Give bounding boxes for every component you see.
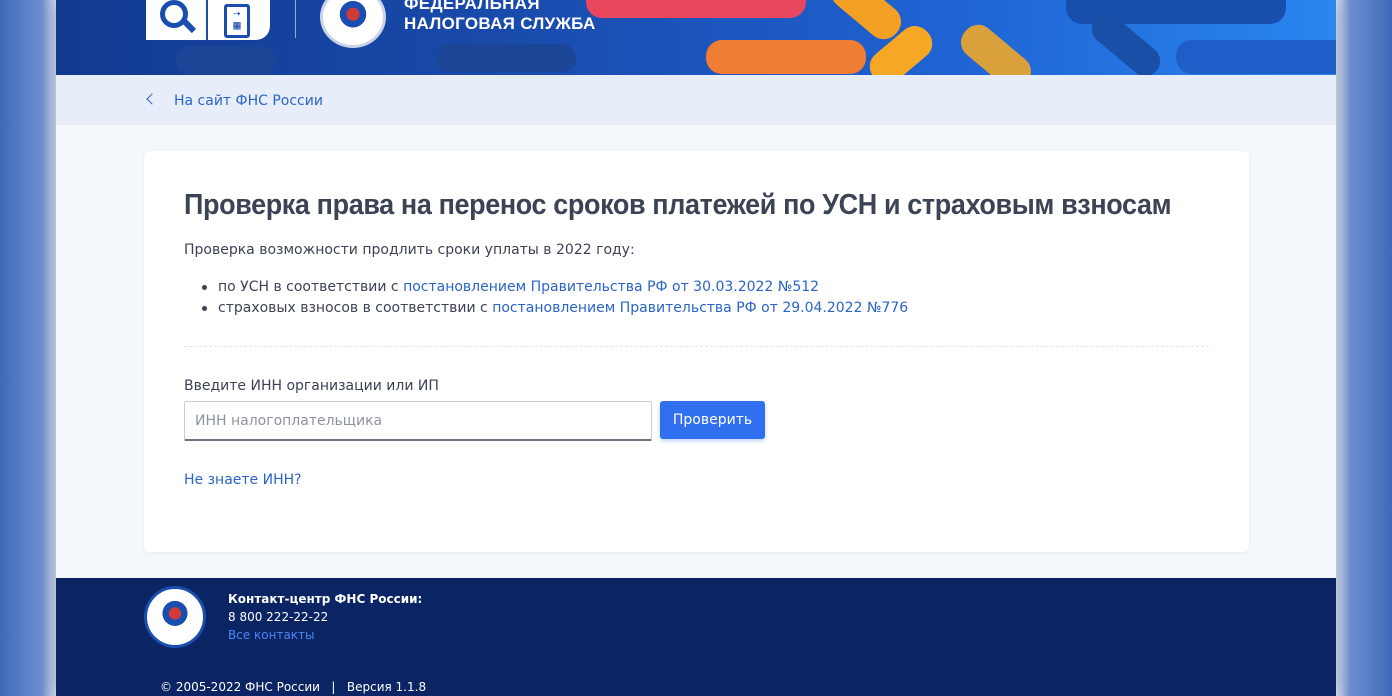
intro-text: Проверка возможности продлить сроки упла… — [184, 242, 635, 258]
unknown-inn-link[interactable]: Не знаете ИНН? — [184, 472, 302, 488]
header-title-line2: НАЛОГОВАЯ СЛУЖБА — [404, 14, 596, 33]
page: ⇢ ▦ ФЕДЕРАЛЬНАЯ НАЛОГОВАЯ СЛУЖБА На сайт … — [56, 0, 1336, 696]
all-contacts-link[interactable]: Все контакты — [228, 628, 315, 642]
fns-emblem-icon[interactable] — [320, 0, 386, 48]
fns-footer-emblem-icon — [144, 586, 206, 648]
back-bar: На сайт ФНС России — [56, 75, 1336, 125]
regulation-list: по УСН в соответствии с постановлением П… — [202, 277, 908, 319]
header-decoration — [436, 44, 576, 72]
logo-separator — [206, 0, 208, 40]
chevron-left-icon[interactable] — [146, 93, 158, 105]
page-title: Проверка права на перенос сроков платеже… — [184, 189, 1172, 221]
header-title-line1: ФЕДЕРАЛЬНАЯ — [404, 0, 540, 13]
emblem-eagle-icon — [158, 599, 192, 635]
inn-input[interactable] — [184, 401, 652, 441]
emblem-eagle-icon — [335, 0, 371, 37]
site-footer: Контакт-центр ФНС России: 8 800 222-22-2… — [56, 578, 1336, 696]
header-decoration — [176, 46, 276, 74]
service-logo[interactable]: ⇢ ▦ — [146, 0, 270, 40]
header-decoration — [954, 18, 1038, 75]
regulation-link-512[interactable]: постановлением Правительства РФ от 30.03… — [403, 279, 819, 295]
calculator-icon: ⇢ ▦ — [224, 4, 250, 38]
magnifier-handle — [181, 18, 197, 34]
list-item: страховых взносов в соответствии с поста… — [202, 298, 908, 319]
header-decoration — [1176, 40, 1336, 74]
contact-phone: 8 800 222-22-22 — [228, 610, 329, 624]
header-title[interactable]: ФЕДЕРАЛЬНАЯ НАЛОГОВАЯ СЛУЖБА — [404, 0, 596, 34]
header-divider — [295, 0, 296, 38]
list-item: по УСН в соответствии с постановлением П… — [202, 277, 908, 298]
header-decoration — [586, 0, 806, 18]
back-to-fns-link[interactable]: На сайт ФНС России — [174, 93, 323, 109]
check-button[interactable]: Проверить — [660, 401, 765, 439]
site-header: ⇢ ▦ ФЕДЕРАЛЬНАЯ НАЛОГОВАЯ СЛУЖБА — [56, 0, 1336, 75]
list-item-prefix: по УСН в соответствии с — [218, 279, 404, 295]
header-decoration — [706, 40, 866, 74]
copyright-version: © 2005-2022 ФНС России | Версия 1.1.8 — [160, 680, 427, 694]
regulation-link-776[interactable]: постановлением Правительства РФ от 29.04… — [492, 300, 908, 316]
list-item-prefix: страховых взносов в соответствии с — [218, 300, 493, 316]
check-card: Проверка права на перенос сроков платеже… — [144, 151, 1249, 552]
contact-center-title: Контакт-центр ФНС России: — [228, 592, 423, 606]
inn-field-label: Введите ИНН организации или ИП — [184, 378, 439, 394]
section-divider — [184, 346, 1209, 347]
